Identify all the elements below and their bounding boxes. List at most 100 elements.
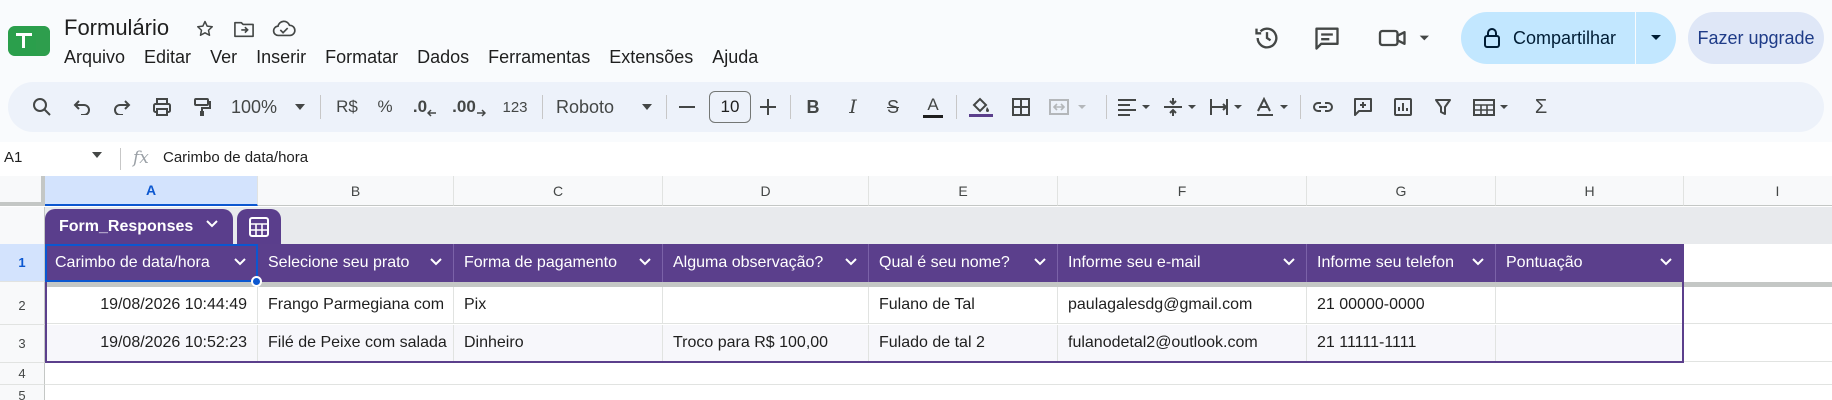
chevron-down-icon[interactable] [1471,257,1485,267]
text-wrapping-icon[interactable] [1206,82,1250,132]
empty-row[interactable] [45,363,1832,385]
text-color-icon[interactable]: A [916,82,950,132]
table-cell[interactable]: 21 00000-0000 [1307,287,1496,324]
text-rotation-icon[interactable] [1252,82,1296,132]
comments-icon[interactable] [1307,18,1347,58]
menu-dados[interactable]: Dados [417,47,478,68]
chevron-down-icon[interactable] [1659,257,1673,267]
horizontal-align-icon[interactable] [1114,82,1158,132]
column-header-d[interactable]: D [663,176,869,206]
chevron-down-icon[interactable] [844,257,858,267]
menu-formatar[interactable]: Formatar [325,47,407,68]
cloud-saved-icon[interactable] [272,17,296,41]
format-currency-button[interactable]: R$ [330,82,364,132]
chevron-down-icon[interactable] [429,257,443,267]
table-cell[interactable]: Pix [454,287,663,324]
column-header-h[interactable]: H [1496,176,1684,206]
sheet-cell[interactable] [1684,287,1832,324]
sheet-cell[interactable] [1684,325,1832,362]
table-cell[interactable]: 19/08/2026 10:44:49 [45,287,258,324]
format-percent-button[interactable]: % [370,82,400,132]
table-header-nome[interactable]: Qual é seu nome? [869,244,1058,282]
move-to-folder-icon[interactable] [232,17,256,41]
table-cell[interactable]: 21 11111-1111 [1307,325,1496,362]
row-header-4[interactable]: 4 [0,363,45,385]
font-size-input[interactable]: 10 [709,91,751,123]
table-header-telefone[interactable]: Informe seu telefon [1307,244,1496,282]
table-header-email[interactable]: Informe seu e-mail [1058,244,1307,282]
meet-call-icon[interactable] [1373,18,1443,58]
column-header-g[interactable]: G [1307,176,1496,206]
row-header-1[interactable]: 1 [0,244,45,282]
print-icon[interactable] [146,82,178,132]
more-formats-button[interactable]: 123 [494,82,536,132]
table-cell[interactable]: fulanodetal2@outlook.com [1058,325,1307,362]
undo-icon[interactable] [66,82,98,132]
table-header-prato[interactable]: Selecione seu prato [258,244,454,282]
increase-font-size-icon[interactable] [752,82,784,132]
bold-icon[interactable]: B [796,82,830,132]
table-calculator-icon[interactable] [237,209,281,244]
table-cell[interactable]: 19/08/2026 10:52:23 [45,325,258,362]
chevron-down-icon[interactable] [1282,257,1296,267]
table-header-observacao[interactable]: Alguma observação? [663,244,869,282]
empty-row[interactable] [45,385,1832,400]
insert-link-icon[interactable] [1306,82,1340,132]
row-header-2[interactable]: 2 [0,287,45,325]
document-title[interactable]: Formulário [64,15,169,41]
table-cell[interactable]: Troco para R$ 100,00 [663,325,869,362]
column-header-f[interactable]: F [1058,176,1307,206]
share-options-dropdown[interactable] [1636,34,1676,42]
column-header-e[interactable]: E [869,176,1058,206]
formula-input[interactable]: Carimbo de data/hora [163,149,308,166]
chevron-down-icon[interactable] [92,152,102,158]
italic-icon[interactable]: I [836,82,870,132]
name-box[interactable]: A1 [4,149,22,166]
zoom-select[interactable]: 100% [226,82,310,132]
decrease-font-size-icon[interactable] [672,82,702,132]
strikethrough-icon[interactable]: S [876,82,910,132]
table-cell[interactable]: Fulado de tal 2 [869,325,1058,362]
share-button[interactable]: Compartilhar [1461,12,1676,64]
table-cell[interactable]: Dinheiro [454,325,663,362]
decrease-decimals-button[interactable]: .0 [408,82,442,132]
row-header-5[interactable]: 5 [0,385,45,400]
share-main-button[interactable]: Compartilhar [1461,12,1636,64]
menu-ajuda[interactable]: Ajuda [712,47,767,68]
select-all-corner[interactable] [0,176,45,206]
table-cell[interactable] [663,287,869,324]
fill-color-icon[interactable] [964,82,998,132]
chevron-down-icon[interactable] [233,257,247,267]
increase-decimals-button[interactable]: .00 [448,82,490,132]
search-menus-icon[interactable] [26,82,58,132]
column-header-c[interactable]: C [454,176,663,206]
column-header-b[interactable]: B [258,176,454,206]
merge-cells-icon[interactable] [1044,82,1100,132]
column-header-a[interactable]: A [45,176,258,206]
table-header-pontuacao[interactable]: Pontuação [1496,244,1684,282]
row-header-3[interactable]: 3 [0,325,45,363]
table-header-carimbo[interactable]: Carimbo de data/hora [45,244,258,282]
menu-ferramentas[interactable]: Ferramentas [488,47,599,68]
table-cell[interactable]: Fulano de Tal [869,287,1058,324]
menu-editar[interactable]: Editar [144,47,200,68]
insert-chart-icon[interactable] [1386,82,1420,132]
chevron-down-icon[interactable] [638,257,652,267]
table-view-icon[interactable] [1468,82,1520,132]
chevron-down-icon[interactable] [1033,257,1047,267]
menu-inserir[interactable]: Inserir [256,47,315,68]
table-cell[interactable]: Filé de Peixe com salada [258,325,454,362]
borders-icon[interactable] [1004,82,1038,132]
menu-arquivo[interactable]: Arquivo [64,47,134,68]
table-cell[interactable] [1496,325,1684,362]
upgrade-button[interactable]: Fazer upgrade [1688,12,1824,64]
functions-icon[interactable]: Σ [1524,82,1558,132]
sheets-logo-icon[interactable] [8,24,50,58]
table-cell[interactable]: Frango Parmegiana com [258,287,454,324]
version-history-icon[interactable] [1247,18,1287,58]
paint-format-icon[interactable] [186,82,218,132]
table-header-pagamento[interactable]: Forma de pagamento [454,244,663,282]
selection-fill-handle[interactable] [251,276,262,287]
chevron-down-icon[interactable] [205,219,219,229]
insert-comment-icon[interactable] [1346,82,1380,132]
